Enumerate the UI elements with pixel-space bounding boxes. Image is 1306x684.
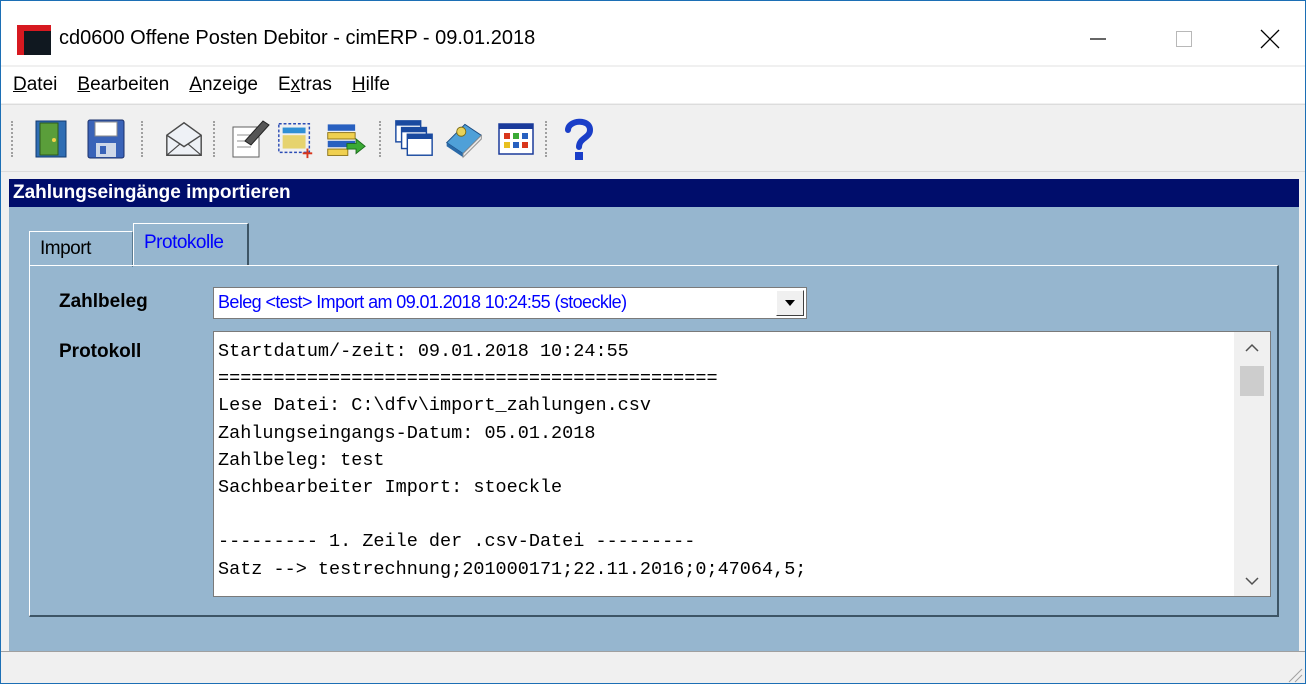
- menu-extras[interactable]: Extras: [278, 74, 332, 96]
- chevron-down-icon: [785, 300, 795, 306]
- help-button[interactable]: [557, 115, 599, 163]
- new-record-button[interactable]: [275, 115, 317, 163]
- section-title: Zahlungseingänge importieren: [9, 179, 1299, 207]
- save-disk-icon: [87, 119, 125, 159]
- minimize-icon: [1090, 38, 1106, 40]
- help-question-icon: [565, 118, 594, 160]
- toolbar-grip[interactable]: [11, 121, 16, 157]
- windows-button[interactable]: [393, 115, 435, 163]
- protokoll-label: Protokoll: [59, 341, 142, 362]
- edit-button[interactable]: [229, 115, 271, 163]
- menu-bearbeiten-accel: B: [77, 74, 91, 95]
- toolbar-separator-4: [545, 121, 550, 157]
- menu-hilfe[interactable]: Hilfe: [352, 74, 390, 96]
- windows-cascade-icon: [395, 120, 433, 156]
- address-book-button[interactable]: [443, 115, 485, 163]
- menu-hilfe-label: ilfe: [365, 74, 390, 95]
- protokoll-line: Satz --> testrechnung;201000171;22.11.20…: [218, 558, 807, 580]
- import-list-icon: [327, 124, 366, 156]
- mail-button[interactable]: [163, 115, 205, 163]
- toolbar-separator-2: [213, 121, 218, 157]
- app-icon: [17, 25, 51, 55]
- chevron-up-icon: [1245, 343, 1259, 352]
- scroll-down-button[interactable]: [1234, 566, 1270, 596]
- zahlbeleg-dropdown-button[interactable]: [776, 290, 804, 316]
- protokoll-lines: Startdatum/-zeit: 09.01.2018 10:24:55 ===…: [218, 338, 806, 583]
- menu-datei-accel: D: [13, 74, 27, 95]
- table-button[interactable]: [495, 115, 537, 163]
- menu-datei[interactable]: Datei: [13, 74, 57, 96]
- edit-notepad-icon: [232, 120, 270, 158]
- toolbar: [1, 104, 1305, 172]
- zahlbeleg-selected-value: Beleg <test> Import am 09.01.2018 10:24:…: [218, 292, 627, 312]
- protokoll-line: Zahlbeleg: test: [218, 449, 385, 471]
- menu-extras-accel: x: [290, 74, 301, 95]
- status-bar: [1, 651, 1305, 683]
- application-window: cd0600 Offene Posten Debitor - cimERP - …: [0, 0, 1306, 684]
- menu-anzeige-accel: A: [189, 74, 202, 95]
- title-bar[interactable]: cd0600 Offene Posten Debitor - cimERP - …: [1, 1, 1305, 65]
- window-title: cd0600 Offene Posten Debitor - cimERP - …: [59, 27, 536, 49]
- minimize-button[interactable]: [1067, 15, 1129, 63]
- protokoll-line: Lese Datei: C:\dfv\import_zahlungen.csv: [218, 395, 651, 417]
- exit-door-icon: [35, 120, 67, 158]
- vertical-scrollbar[interactable]: [1234, 332, 1270, 596]
- protokoll-line: Startdatum/-zeit: 09.01.2018 10:24:55: [218, 341, 629, 362]
- save-button[interactable]: [85, 115, 127, 163]
- import-list-button[interactable]: [325, 115, 367, 163]
- table-grid-icon: [498, 123, 534, 155]
- protokoll-textarea[interactable]: Startdatum/-zeit: 09.01.2018 10:24:55 ===…: [213, 331, 1271, 597]
- scroll-thumb[interactable]: [1240, 366, 1264, 396]
- menu-anzeige-label: nzeige: [201, 74, 258, 95]
- import-panel: Import Protokolle Zahlbeleg Beleg <test>…: [9, 207, 1299, 651]
- protokoll-line: Zahlungseingangs-Datum: 05.01.2018: [218, 422, 596, 444]
- menu-extras-label: tras: [300, 74, 332, 95]
- protokoll-line: ========================================…: [218, 368, 718, 390]
- maximize-button[interactable]: [1153, 15, 1215, 63]
- maximize-icon: [1176, 31, 1192, 47]
- menu-bearbeiten[interactable]: Bearbeiten: [77, 74, 169, 96]
- zahlbeleg-label: Zahlbeleg: [59, 291, 148, 312]
- toolbar-separator-3: [379, 121, 384, 157]
- menu-hilfe-accel: H: [351, 74, 366, 95]
- menu-extras-pre: E: [277, 74, 291, 95]
- menu-bearbeiten-label: earbeiten: [90, 74, 170, 95]
- resize-grip-icon[interactable]: [1285, 665, 1303, 683]
- close-icon: [1260, 29, 1280, 49]
- chevron-down-icon: [1245, 576, 1259, 585]
- close-button[interactable]: [1239, 15, 1301, 63]
- protokoll-line: --------- 1. Zeile der .csv-Datei ------…: [218, 531, 696, 553]
- zahlbeleg-select[interactable]: Beleg <test> Import am 09.01.2018 10:24:…: [213, 287, 807, 319]
- scroll-up-button[interactable]: [1234, 332, 1270, 362]
- menu-bar: Datei Bearbeiten Anzeige Extras Hilfe: [1, 67, 1305, 103]
- exit-button[interactable]: [31, 115, 73, 163]
- protokoll-line: [218, 501, 806, 528]
- menu-anzeige[interactable]: Anzeige: [189, 74, 258, 96]
- toolbar-separator: [141, 121, 146, 157]
- menu-datei-label: atei: [26, 74, 58, 95]
- address-book-icon: [445, 123, 483, 159]
- tab-import[interactable]: Import: [29, 231, 133, 267]
- protokoll-line: Sachbearbeiter Import: stoeckle: [218, 476, 563, 498]
- tab-protokolle[interactable]: Protokolle: [133, 223, 249, 265]
- new-record-icon: [278, 123, 313, 159]
- envelope-icon: [166, 121, 202, 156]
